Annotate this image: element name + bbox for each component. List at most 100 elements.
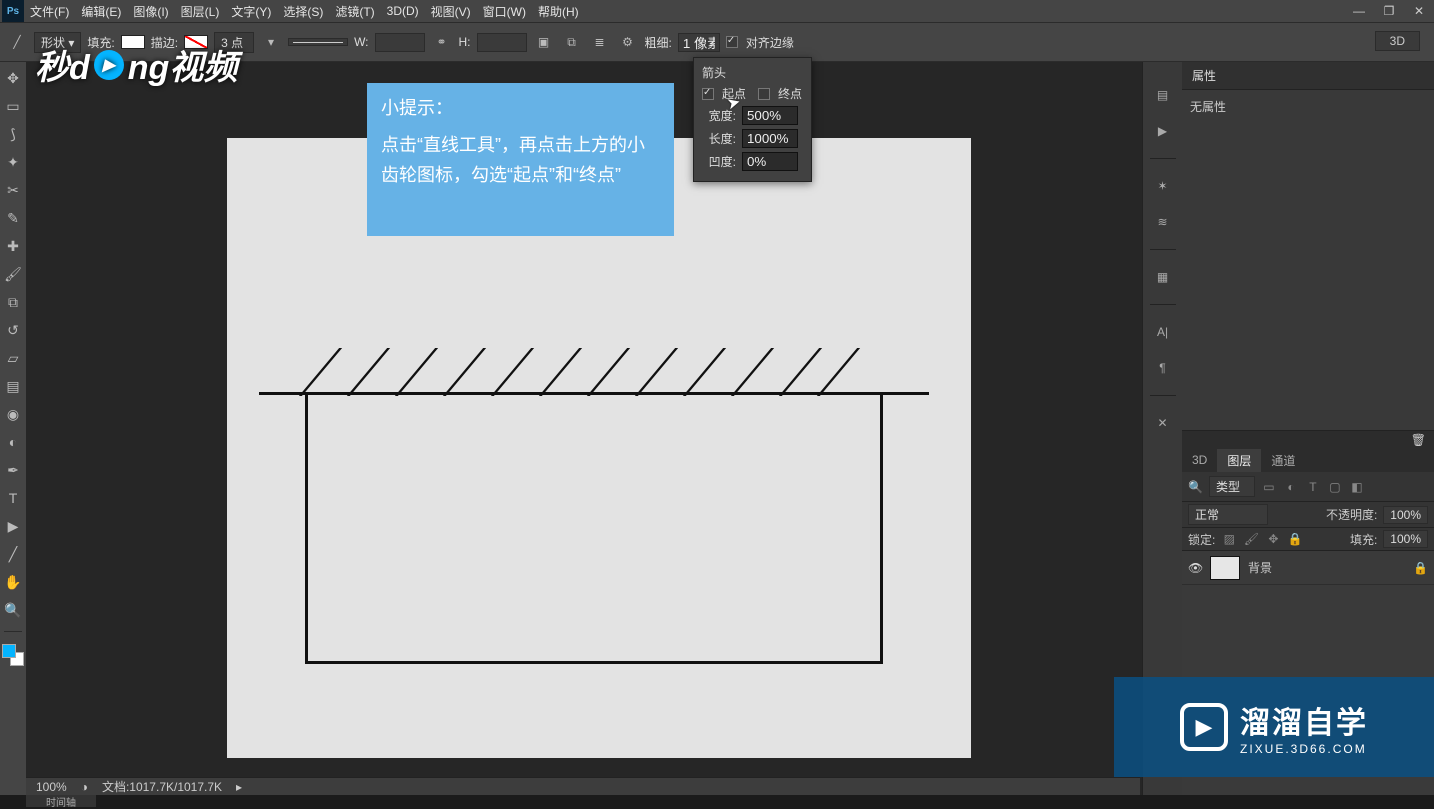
height-input[interactable] xyxy=(477,33,527,52)
brush-panel-icon[interactable]: ✶ xyxy=(1150,173,1176,199)
hand-tool[interactable]: ✋ xyxy=(1,570,25,594)
drawing-hatch xyxy=(817,348,860,396)
width-input[interactable] xyxy=(375,33,425,52)
menu-edit[interactable]: 编辑(E) xyxy=(75,3,127,20)
menu-help[interactable]: 帮助(H) xyxy=(532,3,585,20)
menu-3d[interactable]: 3D(D) xyxy=(381,4,425,18)
height-label: H: xyxy=(459,35,471,49)
layer-name[interactable]: 背景 xyxy=(1248,559,1272,576)
properties-empty-label: 无属性 xyxy=(1190,100,1226,114)
pen-tool[interactable]: ✒ xyxy=(1,458,25,482)
tab-3d[interactable]: 3D xyxy=(1182,450,1217,470)
path-arrangement-icon[interactable]: ≣ xyxy=(589,31,611,53)
search-icon[interactable]: 🔍 xyxy=(1188,480,1203,494)
properties-tab[interactable]: 属性 xyxy=(1182,62,1434,90)
status-info-icon[interactable]: ◑ xyxy=(81,780,88,794)
tab-3d-workspace[interactable]: 3D xyxy=(1375,31,1420,51)
foreground-color[interactable] xyxy=(2,644,16,658)
filter-type-dropdown[interactable]: 类型 xyxy=(1209,476,1255,497)
lock-label: 锁定: xyxy=(1188,531,1215,548)
lock-icon: 🔒 xyxy=(1413,561,1428,575)
restore-button[interactable]: ❐ xyxy=(1374,0,1404,22)
link-wh-icon[interactable]: ⚭ xyxy=(431,31,453,53)
lasso-tool[interactable]: ⟆ xyxy=(1,122,25,146)
path-selection-tool[interactable]: ▶ xyxy=(1,514,25,538)
minimize-button[interactable]: — xyxy=(1344,0,1374,22)
close-button[interactable]: ✕ xyxy=(1404,0,1434,22)
move-tool[interactable]: ✥ xyxy=(1,66,25,90)
trash-icon[interactable]: 🗑 xyxy=(1411,433,1426,447)
menu-select[interactable]: 选择(S) xyxy=(277,3,329,20)
filter-adjust-icon[interactable]: ◐ xyxy=(1283,480,1299,494)
paragraph-panel-icon[interactable]: ¶ xyxy=(1150,355,1176,381)
color-swatches[interactable] xyxy=(2,644,24,666)
healing-tool[interactable]: ✚ xyxy=(1,234,25,258)
menu-image[interactable]: 图像(I) xyxy=(127,3,174,20)
lock-image-icon[interactable]: 🖌 xyxy=(1243,532,1259,546)
menu-window[interactable]: 窗口(W) xyxy=(477,3,532,20)
path-operations-icon[interactable]: ▣ xyxy=(533,31,555,53)
lock-transparent-icon[interactable]: ▨ xyxy=(1221,532,1237,546)
gear-icon[interactable]: ⚙ xyxy=(617,31,639,53)
lock-all-icon[interactable]: 🔒 xyxy=(1287,532,1303,546)
layer-row[interactable]: 👁 背景 🔒 xyxy=(1182,551,1434,585)
menu-layer[interactable]: 图层(L) xyxy=(175,3,226,20)
character-panel-icon[interactable]: A| xyxy=(1150,319,1176,345)
filter-smart-icon[interactable]: ◧ xyxy=(1349,480,1365,494)
eyedropper-tool[interactable]: ✎ xyxy=(1,206,25,230)
marquee-tool[interactable]: ▭ xyxy=(1,94,25,118)
history-brush-tool[interactable]: ↺ xyxy=(1,318,25,342)
arrow-concavity-input[interactable] xyxy=(742,152,798,171)
tool-preset-icon[interactable]: ╱ xyxy=(6,31,28,53)
drawing-hatch xyxy=(539,348,582,396)
magic-wand-tool[interactable]: ✦ xyxy=(1,150,25,174)
visibility-toggle-icon[interactable]: 👁 xyxy=(1188,561,1202,575)
menu-view[interactable]: 视图(V) xyxy=(425,3,477,20)
tab-channels[interactable]: 通道 xyxy=(1261,449,1305,472)
stroke-size-stepper-icon[interactable]: ▾ xyxy=(260,31,282,53)
line-tool[interactable]: ╱ xyxy=(1,542,25,566)
crop-tool[interactable]: ✂ xyxy=(1,178,25,202)
dodge-tool[interactable]: ◐ xyxy=(1,430,25,454)
filter-type-icon[interactable]: T xyxy=(1305,480,1321,494)
history-panel-icon[interactable]: ▤ xyxy=(1150,82,1176,108)
weight-input[interactable] xyxy=(678,33,720,52)
tip-title: 小提示： xyxy=(381,93,660,124)
actions-panel-icon[interactable]: ▶ xyxy=(1150,118,1176,144)
menu-type[interactable]: 文字(Y) xyxy=(225,3,277,20)
filter-pixel-icon[interactable]: ▭ xyxy=(1261,480,1277,494)
start-checkbox[interactable] xyxy=(702,88,714,100)
end-checkbox[interactable] xyxy=(758,88,770,100)
tab-layers[interactable]: 图层 xyxy=(1217,449,1261,472)
lock-position-icon[interactable]: ✥ xyxy=(1265,532,1281,546)
arrowhead-popup-title: 箭头 xyxy=(702,64,803,81)
opacity-value[interactable]: 100% xyxy=(1383,506,1428,524)
align-edges-checkbox[interactable] xyxy=(726,36,738,48)
status-caret-icon[interactable]: ▸ xyxy=(236,780,242,794)
drawing-hatch xyxy=(443,348,486,396)
brush-tool[interactable]: 🖌 xyxy=(1,262,25,286)
stamp-tool[interactable]: ⧉ xyxy=(1,290,25,314)
filter-shape-icon[interactable]: ▢ xyxy=(1327,480,1343,494)
blend-mode-dropdown[interactable]: 正常 xyxy=(1188,504,1268,525)
gradient-tool[interactable]: ▤ xyxy=(1,374,25,398)
blur-tool[interactable]: ◉ xyxy=(1,402,25,426)
arrow-length-input[interactable] xyxy=(742,129,798,148)
clone-panel-icon[interactable]: ≋ xyxy=(1150,209,1176,235)
type-tool[interactable]: T xyxy=(1,486,25,510)
arrow-width-input[interactable] xyxy=(742,106,798,125)
menu-file[interactable]: 文件(F) xyxy=(24,3,75,20)
timeline-tab[interactable]: 时间轴 xyxy=(26,795,96,807)
zoom-level[interactable]: 100% xyxy=(36,780,67,794)
tool-presets-panel-icon[interactable]: ✕ xyxy=(1150,410,1176,436)
watermark-text: 溜溜自学 xyxy=(1240,698,1368,742)
stroke-style-dropdown[interactable] xyxy=(288,38,348,46)
swatches-panel-icon[interactable]: ▦ xyxy=(1150,264,1176,290)
menu-filter[interactable]: 滤镜(T) xyxy=(329,3,380,20)
path-alignment-icon[interactable]: ⧉ xyxy=(561,31,583,53)
layer-thumbnail[interactable] xyxy=(1210,556,1240,580)
eraser-tool[interactable]: ▱ xyxy=(1,346,25,370)
end-label: 终点 xyxy=(778,85,802,102)
zoom-tool[interactable]: 🔍 xyxy=(1,598,25,622)
fill-opacity-value[interactable]: 100% xyxy=(1383,530,1428,548)
